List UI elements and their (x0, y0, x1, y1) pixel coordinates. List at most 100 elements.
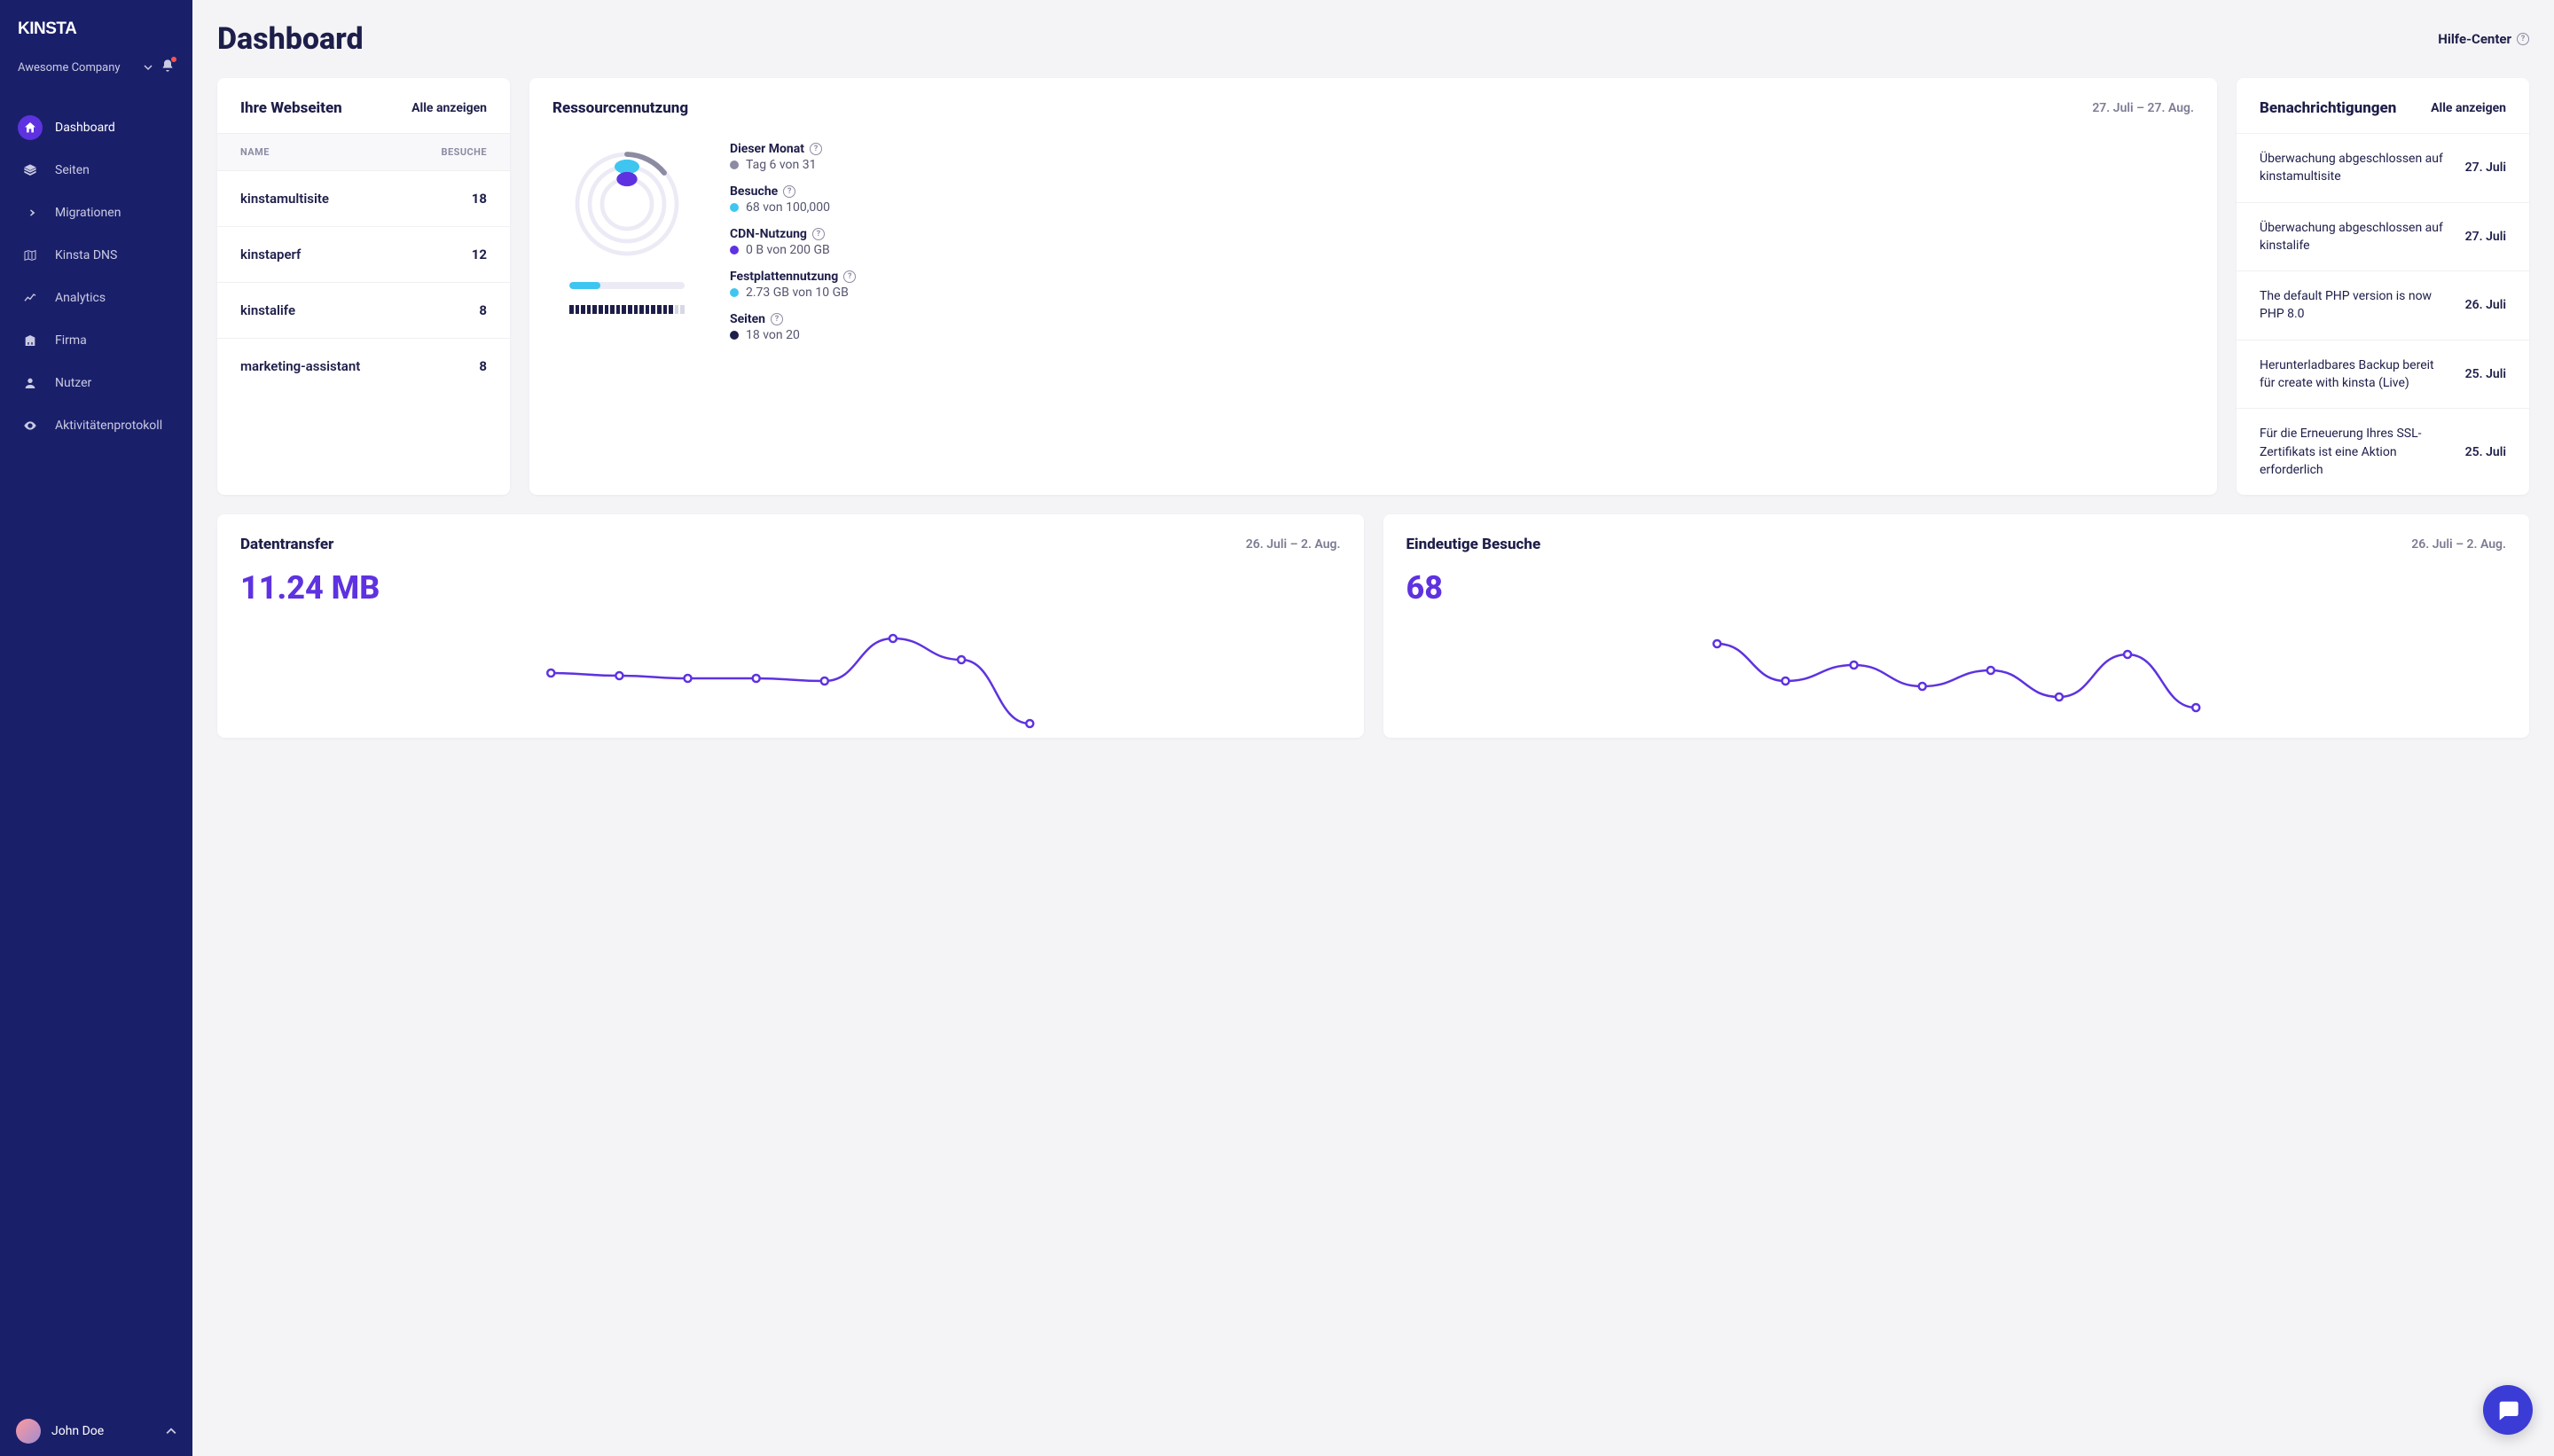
notification-row[interactable]: Für die Erneuerung Ihres SSL-Zertifikats… (2237, 408, 2529, 495)
sites-bar (569, 305, 685, 314)
notif-date: 25. Juli (2465, 367, 2506, 381)
site-visits: 8 (425, 358, 487, 374)
resource-range: 27. Juli – 27. Aug. (2092, 101, 2194, 115)
notif-text: The default PHP version is now PHP 8.0 (2260, 287, 2451, 324)
sites-view-all-link[interactable]: Alle anzeigen (411, 101, 487, 115)
notif-view-all-link[interactable]: Alle anzeigen (2431, 101, 2506, 115)
col-name: NAME (240, 146, 425, 158)
help-icon: ? (2517, 33, 2529, 45)
help-center-link[interactable]: Hilfe-Center ? (2438, 31, 2529, 47)
transfer-value: 11.24 MB (217, 569, 1364, 614)
site-row[interactable]: marketing-assistant8 (217, 339, 510, 394)
user-menu[interactable]: John Doe (0, 1406, 192, 1456)
disk-bar (569, 282, 685, 289)
notifications-bell[interactable] (161, 59, 175, 76)
legend-dot (730, 160, 739, 169)
resource-metrics: Dieser Monat? Tag 6 von 31 Besuche? 68 v… (730, 142, 2190, 342)
legend-dot (730, 203, 739, 212)
nav-label: Aktivitätenprotokoll (55, 419, 162, 433)
visits-card: Eindeutige Besuche 26. Juli – 2. Aug. 68 (1383, 514, 2530, 738)
legend-dot (730, 288, 739, 297)
nav-item-analytics[interactable]: Analytics (7, 277, 185, 319)
nav-item-sites[interactable]: Seiten (7, 149, 185, 192)
col-visits: BESUCHE (425, 146, 487, 158)
help-icon[interactable]: ? (771, 313, 783, 325)
help-icon[interactable]: ? (810, 143, 822, 155)
notif-text: Herunterladbares Backup bereit für creat… (2260, 356, 2451, 393)
site-row[interactable]: kinstaperf12 (217, 227, 510, 283)
sites-card: Ihre Webseiten Alle anzeigen NAME BESUCH… (217, 78, 510, 495)
resource-card: Ressourcennutzung 27. Juli – 27. Aug. (529, 78, 2217, 495)
site-name: kinstalife (240, 302, 425, 318)
site-row[interactable]: kinstamultisite18 (217, 171, 510, 227)
notif-date: 26. Juli (2465, 298, 2506, 312)
kinsta-logo-icon: KINSTA (18, 20, 98, 37)
help-icon[interactable]: ? (812, 228, 825, 240)
site-visits: 8 (425, 302, 487, 318)
visits-chart (1383, 614, 2530, 738)
resource-title: Ressourcennutzung (552, 99, 688, 117)
notification-row[interactable]: Überwachung abgeschlossen auf kinstamult… (2237, 133, 2529, 202)
eye-icon (23, 419, 37, 433)
site-visits: 18 (425, 191, 487, 207)
transfer-chart (217, 614, 1364, 738)
chevron-up-icon (166, 1426, 176, 1436)
transfer-card: Datentransfer 26. Juli – 2. Aug. 11.24 M… (217, 514, 1364, 738)
notif-title: Benachrichtigungen (2260, 99, 2396, 117)
nav-label: Dashboard (55, 121, 115, 135)
main-content: Dashboard Hilfe-Center ? Ihre Webseiten … (192, 0, 2554, 1456)
layers-icon (23, 163, 37, 177)
user-icon (23, 376, 37, 390)
site-name: kinstaperf (240, 247, 425, 262)
visits-value: 68 (1383, 569, 2530, 614)
nav-item-company[interactable]: Firma (7, 319, 185, 362)
sidebar: KINSTA Awesome Company Dashboard Seiten (0, 0, 192, 1456)
nav-item-dashboard[interactable]: Dashboard (7, 106, 185, 149)
nav-item-dns[interactable]: Kinsta DNS (7, 234, 185, 277)
trend-icon (23, 291, 37, 305)
nav-item-users[interactable]: Nutzer (7, 362, 185, 404)
site-visits: 12 (425, 247, 487, 262)
donut-chart (565, 142, 689, 266)
notif-date: 27. Juli (2465, 230, 2506, 244)
site-name: marketing-assistant (240, 358, 425, 374)
help-icon[interactable]: ? (783, 185, 795, 198)
notification-row[interactable]: Herunterladbares Backup bereit für creat… (2237, 340, 2529, 409)
sites-table-header: NAME BESUCHE (217, 133, 510, 171)
nav-label: Analytics (55, 291, 106, 305)
page-title: Dashboard (217, 21, 364, 57)
sites-title: Ihre Webseiten (240, 99, 342, 117)
building-icon (23, 333, 37, 348)
main-nav: Dashboard Seiten Migrationen Kinsta DNS … (0, 98, 192, 1406)
nav-label: Seiten (55, 163, 90, 177)
nav-item-migrations[interactable]: Migrationen (7, 192, 185, 234)
site-name: kinstamultisite (240, 191, 425, 207)
company-name: Awesome Company (18, 61, 121, 74)
chat-icon (2495, 1397, 2520, 1422)
nav-label: Nutzer (55, 376, 91, 390)
notification-row[interactable]: Überwachung abgeschlossen auf kinstalife… (2237, 202, 2529, 271)
legend-dot (730, 246, 739, 254)
nav-label: Migrationen (55, 206, 121, 220)
home-icon (23, 121, 37, 135)
notification-dot (171, 57, 176, 62)
avatar (16, 1419, 41, 1444)
nav-item-activity-log[interactable]: Aktivitätenprotokoll (7, 404, 185, 447)
nav-label: Kinsta DNS (55, 248, 117, 262)
notif-text: Überwachung abgeschlossen auf kinstalife (2260, 219, 2451, 255)
chevron-down-icon (144, 63, 153, 72)
transfer-title: Datentransfer (240, 536, 333, 553)
chat-button[interactable] (2483, 1385, 2533, 1435)
arrow-icon (23, 206, 37, 220)
notification-row[interactable]: The default PHP version is now PHP 8.0 26… (2237, 270, 2529, 340)
visits-range: 26. Juli – 2. Aug. (2411, 537, 2506, 552)
help-icon[interactable]: ? (843, 270, 856, 283)
nav-label: Firma (55, 333, 87, 348)
brand-logo: KINSTA (0, 0, 192, 53)
company-selector[interactable]: Awesome Company (18, 61, 153, 74)
notif-text: Überwachung abgeschlossen auf kinstamult… (2260, 150, 2451, 186)
site-row[interactable]: kinstalife8 (217, 283, 510, 339)
legend-dot (730, 331, 739, 340)
notif-date: 25. Juli (2465, 445, 2506, 459)
user-name: John Doe (51, 1424, 104, 1438)
